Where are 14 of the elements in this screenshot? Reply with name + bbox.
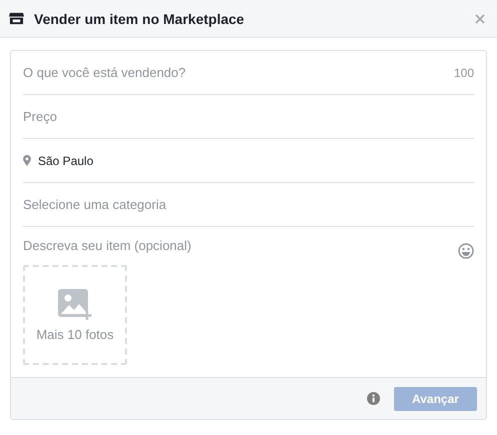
category-field[interactable]: Selecione uma categoria (23, 194, 474, 214)
emoji-icon[interactable] (458, 243, 474, 259)
location-field[interactable]: São Paulo (38, 150, 474, 170)
info-icon[interactable] (367, 392, 380, 405)
character-counter: 100 (454, 66, 474, 80)
input-field[interactable]: O que você está vendendo? (23, 62, 454, 82)
location-pin-icon (23, 155, 31, 166)
close-icon[interactable] (473, 12, 487, 26)
description-field[interactable]: Descreva seu item (opcional) (23, 235, 458, 255)
window-title: Vender um item no Marketplace (34, 10, 246, 26)
add-photo-button[interactable]: Mais 10 fotos (23, 265, 127, 365)
input-field[interactable]: Preço (23, 106, 474, 126)
store-icon (9, 11, 24, 26)
add-photo-icon (58, 288, 92, 320)
